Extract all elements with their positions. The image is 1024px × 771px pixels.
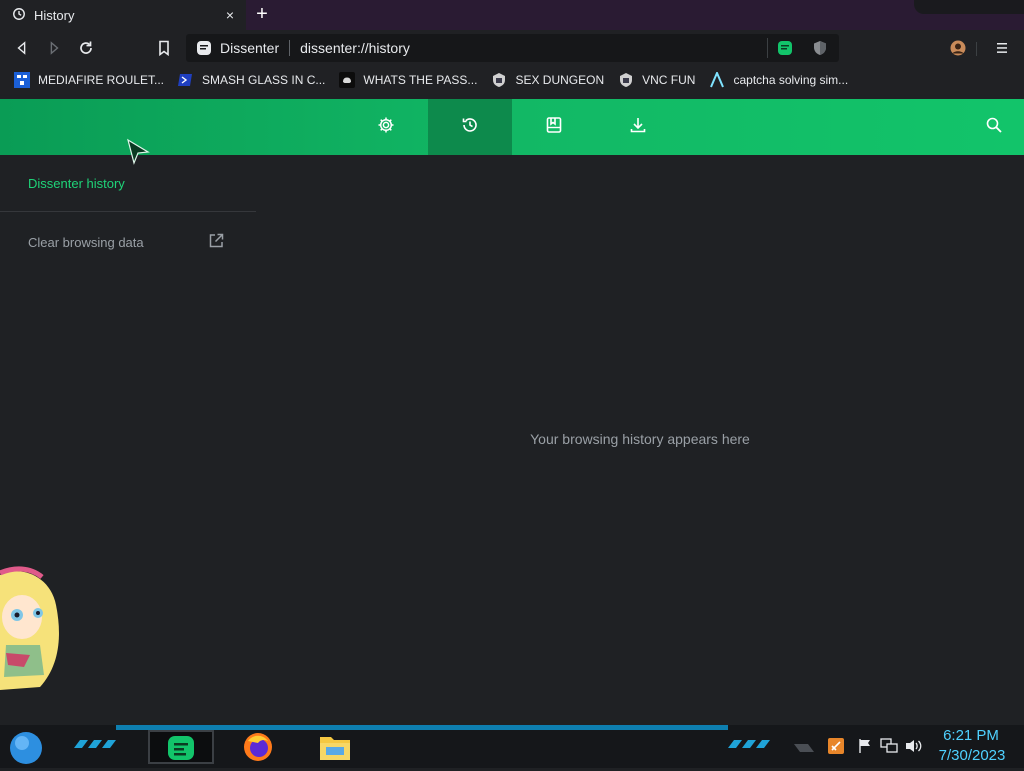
profile-avatar[interactable] [948, 38, 968, 58]
bookmark-vnc-fun[interactable]: VNC FUN [618, 72, 695, 88]
address-separator [289, 40, 291, 56]
firefox-icon[interactable] [242, 731, 274, 768]
tab-settings[interactable] [344, 99, 428, 155]
volume-icon[interactable] [905, 738, 923, 759]
close-tab-icon[interactable]: × [222, 7, 238, 23]
sidebar-divider [0, 211, 256, 212]
bookmark-mediafire[interactable]: MEDIAFIRE ROULET... [14, 72, 164, 88]
bookmark-sex-dungeon[interactable]: SEX DUNGEON [491, 72, 604, 88]
site-label: Dissenter [220, 40, 280, 56]
show-hidden-icons-icon[interactable] [794, 741, 816, 759]
history-icon [461, 116, 479, 139]
download-icon [629, 116, 647, 139]
bookmark-page-button[interactable] [154, 38, 174, 58]
toolbar: Dissenter dissenter://history [0, 30, 1024, 66]
tab-downloads[interactable] [596, 99, 680, 155]
sidebar-title[interactable]: Dissenter history [28, 176, 125, 191]
bookmark-book-icon [545, 116, 563, 139]
network-icon[interactable] [880, 738, 898, 759]
history-icon [12, 7, 26, 24]
start-button[interactable] [8, 730, 44, 766]
forward-button[interactable] [44, 38, 64, 58]
empty-history-message: Your browsing history appears here [530, 431, 750, 447]
bookmark-label: SEX DUNGEON [515, 73, 605, 87]
address-divider [767, 38, 768, 58]
clock-time[interactable]: 6:21 PM [938, 727, 1004, 744]
taskbar-decoration-right [726, 737, 772, 755]
search-button[interactable] [952, 99, 1024, 155]
search-icon [985, 116, 1003, 139]
bookmark-captcha[interactable]: captcha solving sim... [709, 72, 848, 88]
flag-icon[interactable] [857, 738, 873, 759]
desktop-character-sticker [0, 565, 64, 690]
comment-extension-icon[interactable] [777, 40, 793, 59]
tab-bookmarks[interactable] [512, 99, 596, 155]
shield-emblem-icon [491, 72, 507, 88]
clear-browsing-data-link[interactable]: Clear browsing data [28, 232, 224, 252]
shield-icon[interactable] [813, 40, 827, 59]
clear-browsing-data-label: Clear browsing data [28, 234, 144, 250]
discord-icon [339, 72, 356, 88]
menu-icon[interactable] [992, 38, 1012, 58]
back-button[interactable] [12, 38, 32, 58]
dissenter-page-icon [196, 40, 212, 59]
arc-icon [709, 72, 725, 88]
bookmarks-bar: MEDIAFIRE ROULET... SMASH GLASS IN C... … [0, 66, 1024, 94]
file-explorer-icon[interactable] [318, 731, 352, 768]
taskbar [0, 725, 1024, 768]
toolbar-divider [976, 42, 977, 56]
tab-title: History [34, 7, 75, 23]
gear-icon [377, 116, 395, 139]
bookmark-whats-the-pass[interactable]: WHATS THE PASS... [339, 72, 477, 88]
external-link-icon [208, 233, 224, 252]
shield-emblem-icon [618, 72, 634, 88]
tab-strip: History × + [0, 0, 1024, 30]
new-tab-button[interactable]: + [252, 4, 272, 25]
bookmark-label: MEDIAFIRE ROULET... [38, 73, 165, 87]
history-page: Dissenter history Clear browsing data Yo… [0, 155, 1024, 725]
bookmark-label: captcha solving sim... [733, 73, 849, 87]
titlebar-decoration [914, 0, 1024, 14]
tab-history[interactable]: History × [0, 0, 246, 30]
dissenter-app-icon [164, 736, 198, 765]
reload-button[interactable] [76, 38, 96, 58]
bookmark-smash-glass[interactable]: SMASH GLASS IN C... [178, 72, 325, 88]
tab-history[interactable] [428, 99, 512, 155]
taskbar-app-dissenter[interactable] [148, 730, 214, 764]
powershell-icon [178, 72, 194, 88]
bookmark-label: VNC FUN [642, 73, 696, 87]
mediafire-icon [14, 72, 30, 88]
bookmark-label: SMASH GLASS IN C... [202, 73, 326, 87]
mouse-cursor-icon [126, 138, 150, 166]
clock-date[interactable]: 7/30/2023 [934, 747, 1010, 764]
bookmark-label: WHATS THE PASS... [363, 73, 478, 87]
url-text[interactable]: dissenter://history [300, 40, 410, 56]
address-bar[interactable]: Dissenter dissenter://history [186, 34, 839, 62]
tray-app-icon[interactable] [828, 738, 844, 759]
dissenter-header [0, 99, 1024, 155]
taskbar-decoration-left [72, 737, 118, 755]
